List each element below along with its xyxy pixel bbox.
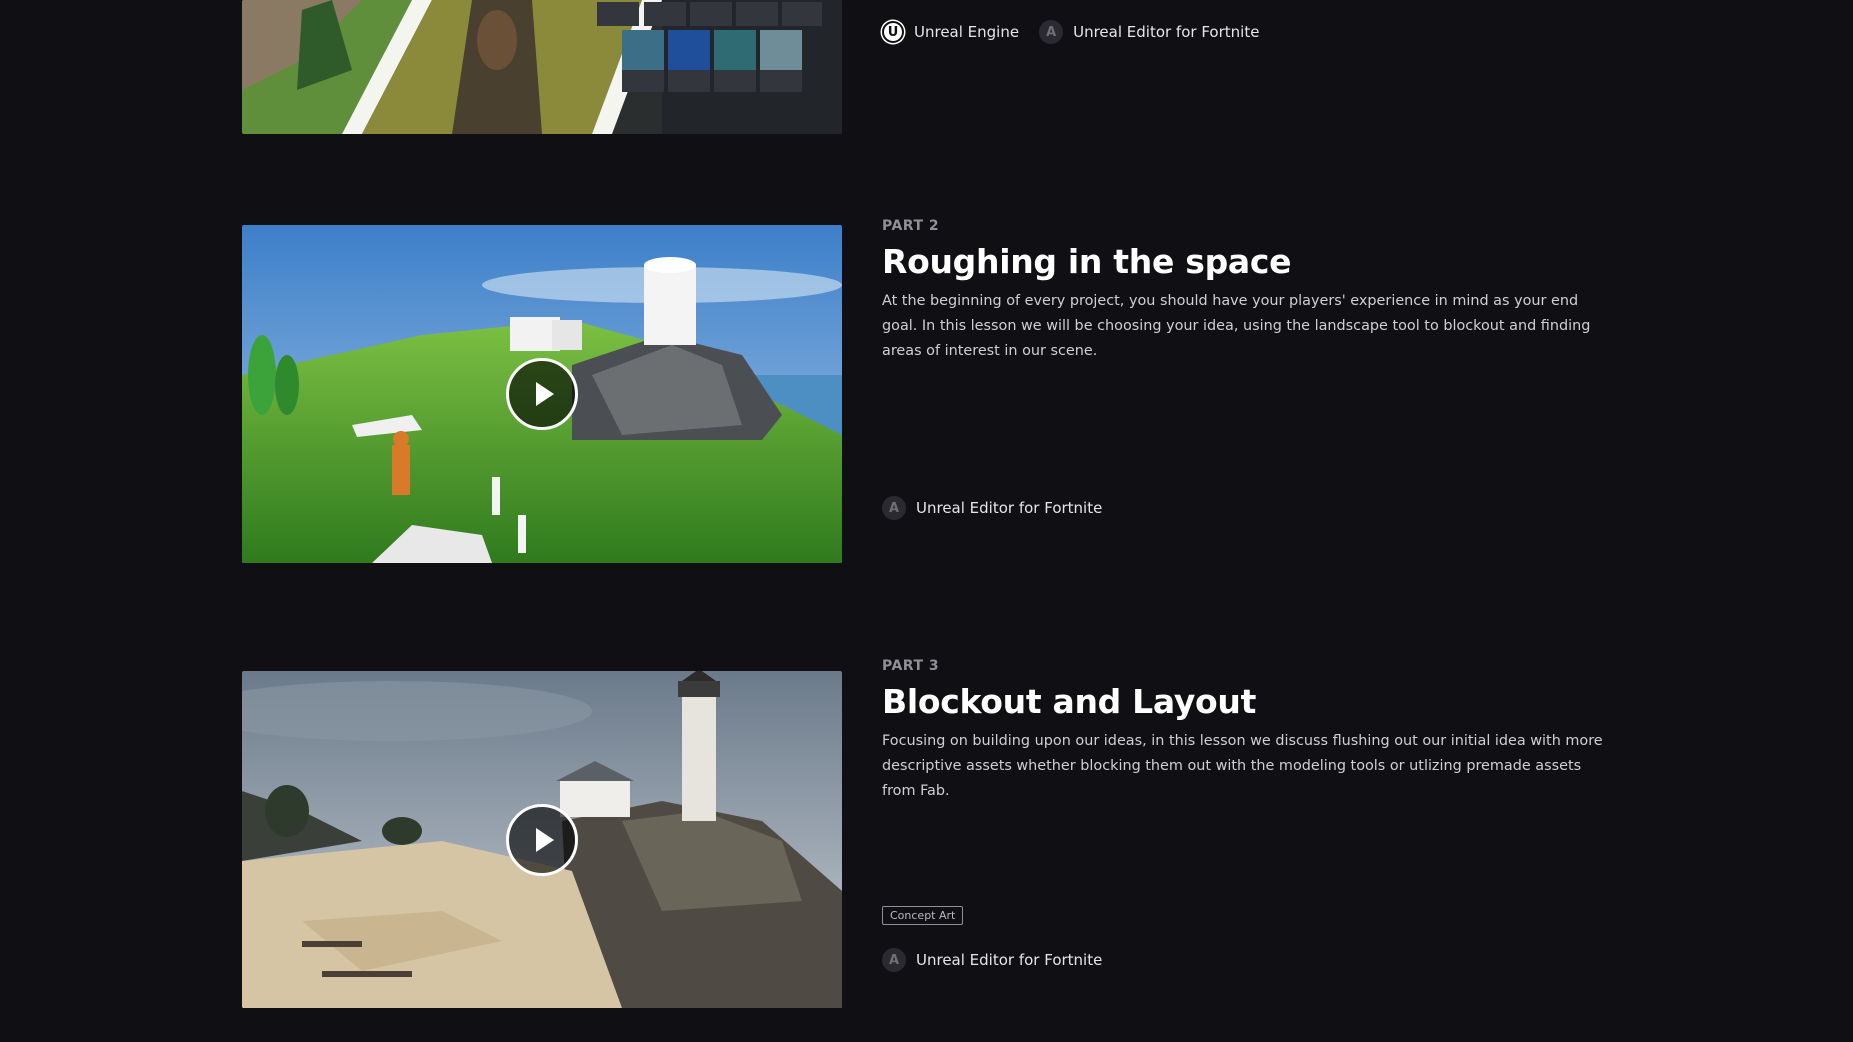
product-uefn[interactable]: A Unreal Editor for Fortnite [1039, 20, 1259, 44]
product-label: Unreal Editor for Fortnite [1073, 23, 1260, 41]
play-button[interactable] [506, 803, 578, 876]
product-list: U Unreal Engine A Unreal Editor for Fort… [882, 20, 1259, 44]
part-label: PART 3 [882, 658, 940, 674]
play-icon [536, 382, 554, 406]
product-list: A Unreal Editor for Fortnite [882, 496, 1102, 520]
lesson-description: At the beginning of every project, you s… [882, 293, 1591, 359]
product-label: Unreal Editor for Fortnite [916, 499, 1103, 517]
product-uefn[interactable]: A Unreal Editor for Fortnite [882, 948, 1102, 972]
lesson-title[interactable]: Roughing in the space [882, 242, 1617, 281]
product-uefn[interactable]: A Unreal Editor for Fortnite [882, 496, 1102, 520]
tag-concept-art[interactable]: Concept Art [882, 906, 964, 925]
fortnite-logo-icon: A [882, 948, 906, 972]
lesson-list-page: U Unreal Engine A Unreal Editor for Fort… [0, 0, 1853, 1042]
fortnite-logo-icon: A [1039, 20, 1064, 44]
product-label: Unreal Engine [914, 23, 1020, 41]
play-button[interactable] [506, 358, 578, 430]
lesson-thumbnail[interactable] [242, 671, 842, 1008]
play-icon [536, 827, 554, 852]
unreal-engine-logo-icon: U [882, 21, 904, 43]
part-label: PART 2 [882, 218, 940, 234]
product-label: Unreal Editor for Fortnite [916, 951, 1103, 969]
lesson-info: PART 3 Blockout and Layout Focusing on b… [882, 658, 1617, 804]
lesson-thumbnail[interactable] [242, 0, 842, 134]
fortnite-logo-icon: A [882, 496, 906, 520]
product-list: A Unreal Editor for Fortnite [882, 948, 1102, 972]
lesson-thumbnail[interactable] [242, 225, 842, 563]
lesson-title[interactable]: Blockout and Layout [882, 682, 1617, 721]
product-unreal-engine[interactable]: U Unreal Engine [882, 21, 1019, 43]
lesson-description: Focusing on building upon our ideas, in … [882, 733, 1603, 799]
lesson-info: PART 2 Roughing in the space At the begi… [882, 218, 1617, 364]
thumbnail-image [242, 0, 842, 134]
